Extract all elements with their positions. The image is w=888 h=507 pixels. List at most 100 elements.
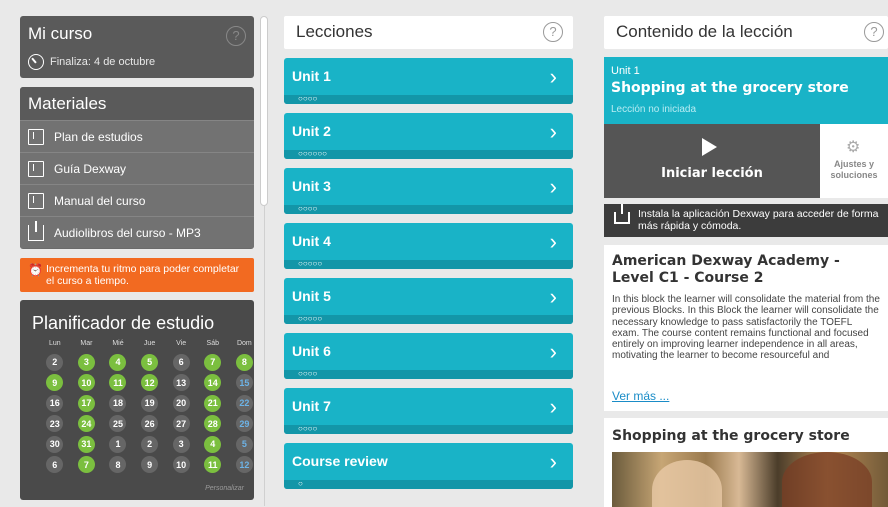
calendar-day-number: 22 xyxy=(235,394,253,412)
calendar-day[interactable]: 7 xyxy=(71,455,103,476)
weekday-label: Vie xyxy=(176,340,187,347)
scrollbar[interactable] xyxy=(260,16,268,206)
calendar-day[interactable]: 2 xyxy=(134,434,166,455)
calendar-week: 23 24 25 26 27 28 29 xyxy=(39,414,260,435)
calendar-day[interactable]: 22 xyxy=(229,393,261,414)
unit-item[interactable]: Unit 5 › ○○○○○ xyxy=(284,278,573,324)
mi-curso-title: Mi curso xyxy=(28,24,93,43)
calendar-day[interactable]: 9 xyxy=(134,455,166,476)
calendar-day[interactable]: 25 xyxy=(102,414,134,435)
calendar-day-number: 1 xyxy=(109,435,127,453)
calendar-day[interactable]: 8 xyxy=(102,455,134,476)
calendar-day[interactable]: 31 xyxy=(71,434,103,455)
calendar-day[interactable]: 16 xyxy=(39,393,71,414)
help-icon[interactable]: ? xyxy=(226,26,246,46)
calendar-day-number: 8 xyxy=(235,353,253,371)
settings-button[interactable]: ⚙ Ajustes y soluciones xyxy=(820,124,888,198)
unit-label: Unit 1 xyxy=(292,68,331,84)
calendar-day-number: 19 xyxy=(141,394,159,412)
material-item-audiolibros[interactable]: Audiolibros del curso - MP3 xyxy=(20,216,254,248)
calendar-day[interactable]: 30 xyxy=(39,434,71,455)
material-label: Guía Dexway xyxy=(54,161,127,176)
app-install-banner[interactable]: Instala la aplicación Dexway para accede… xyxy=(604,204,888,237)
calendar-day[interactable]: 28 xyxy=(197,414,229,435)
download-icon xyxy=(614,204,630,224)
weekday-label: Mié xyxy=(112,340,124,347)
calendar-day[interactable]: 3 xyxy=(71,352,103,373)
calendar-day[interactable]: 4 xyxy=(102,352,134,373)
calendar-day-number: 13 xyxy=(172,374,190,392)
calendar-day[interactable]: 12 xyxy=(134,373,166,394)
calendar-day[interactable]: 15 xyxy=(229,373,261,394)
unit-label: Unit 6 xyxy=(292,343,331,359)
material-item-guia[interactable]: Guía Dexway xyxy=(20,152,254,184)
start-lesson-button[interactable]: Iniciar lección xyxy=(604,124,820,198)
column-divider xyxy=(264,206,265,506)
unit-item[interactable]: Unit 3 › ○○○○ xyxy=(284,168,573,214)
unit-item[interactable]: Unit 1 › ○○○○ xyxy=(284,58,573,104)
unit-progress-bar xyxy=(284,260,573,269)
calendar-day[interactable]: 6 xyxy=(39,455,71,476)
calendar-day[interactable]: 9 xyxy=(39,373,71,394)
unit-label: Unit 3 xyxy=(292,178,331,194)
material-item-plan[interactable]: Plan de estudios xyxy=(20,120,254,152)
lesson-card-header: Unit 1 Shopping at the grocery store Lec… xyxy=(604,57,888,124)
calendar-day[interactable]: 1 xyxy=(102,434,134,455)
settings-label: Ajustes y soluciones xyxy=(830,159,878,180)
calendar-day[interactable]: 8 xyxy=(229,352,261,373)
calendar-day[interactable]: 23 xyxy=(39,414,71,435)
calendar-day[interactable]: 17 xyxy=(71,393,103,414)
calendar-day-number: 7 xyxy=(204,353,222,371)
calendar-day-number: 5 xyxy=(141,353,159,371)
unit-item[interactable]: Unit 2 › ○○○○○○ xyxy=(284,113,573,159)
calendar-day[interactable]: 2 xyxy=(39,352,71,373)
calendar-day[interactable]: 24 xyxy=(71,414,103,435)
calendar-day[interactable]: 27 xyxy=(165,414,197,435)
calendar-day[interactable]: 10 xyxy=(71,373,103,394)
calendar-week: 2345678 xyxy=(39,352,260,373)
unit-progress-dots: ○○○○○ xyxy=(298,314,323,323)
calendar-day[interactable]: 14 xyxy=(197,373,229,394)
unit-item[interactable]: Unit 6 › ○○○○ xyxy=(284,333,573,379)
calendar-day[interactable]: 7 xyxy=(197,352,229,373)
calendar-day[interactable]: 3 xyxy=(165,434,197,455)
calendar-day[interactable]: 18 xyxy=(102,393,134,414)
weekday-label: Jue xyxy=(143,340,156,347)
unit-item[interactable]: Unit 7 › ○○○○ xyxy=(284,388,573,434)
help-icon[interactable]: ? xyxy=(864,22,884,42)
calendar-day[interactable]: 10 xyxy=(165,455,197,476)
material-item-manual[interactable]: Manual del curso xyxy=(20,184,254,216)
calendar-day[interactable]: 11 xyxy=(197,455,229,476)
calendar-day[interactable]: 21 xyxy=(197,393,229,414)
calendar-day[interactable]: 5 xyxy=(229,434,261,455)
chevron-right-icon: › xyxy=(549,174,557,199)
calendar-day[interactable]: 12 xyxy=(229,455,261,476)
lesson-card: Unit 1 Shopping at the grocery store Lec… xyxy=(604,57,888,198)
chevron-right-icon: › xyxy=(549,339,557,364)
calendar-day[interactable]: 11 xyxy=(102,373,134,394)
calendar-day-number: 7 xyxy=(77,456,95,474)
unit-label: Unit 7 xyxy=(292,398,331,414)
clock-icon xyxy=(28,54,44,70)
unit-item[interactable]: Unit 4 › ○○○○○ xyxy=(284,223,573,269)
personalizar-link[interactable]: Personalizar xyxy=(205,485,244,492)
unit-item[interactable]: Course review › ○ xyxy=(284,443,573,489)
calendar-day[interactable]: 20 xyxy=(165,393,197,414)
calendar-day-number: 18 xyxy=(109,394,127,412)
ver-mas-link[interactable]: Ver más ... xyxy=(612,389,669,403)
calendar-day[interactable]: 26 xyxy=(134,414,166,435)
alarm-icon: ⏰ xyxy=(28,263,43,277)
calendar-day-number: 11 xyxy=(204,456,222,474)
calendar-day[interactable]: 6 xyxy=(165,352,197,373)
calendar-day[interactable]: 4 xyxy=(197,434,229,455)
course-description: In this block the learner will consolida… xyxy=(612,294,880,362)
unit-label: Unit 4 xyxy=(292,233,331,249)
gear-icon: ⚙ xyxy=(846,139,861,156)
calendar-day[interactable]: 13 xyxy=(165,373,197,394)
help-icon[interactable]: ? xyxy=(543,22,563,42)
calendar-day[interactable]: 5 xyxy=(134,352,166,373)
calendar-day[interactable]: 29 xyxy=(229,414,261,435)
unit-progress-bar xyxy=(284,370,573,379)
calendar-day[interactable]: 19 xyxy=(134,393,166,414)
chevron-right-icon: › xyxy=(549,449,557,474)
